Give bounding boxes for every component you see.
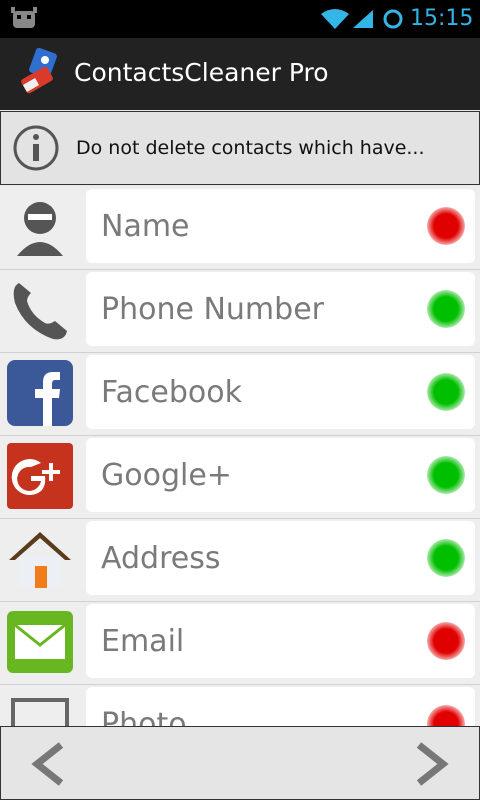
photo-icon	[11, 698, 69, 726]
info-icon	[13, 125, 59, 171]
criterion-toggle[interactable]: Name	[86, 189, 475, 263]
status-indicator-on	[427, 539, 465, 577]
criterion-row-email[interactable]: Email	[0, 601, 480, 685]
chevron-right-icon[interactable]	[413, 741, 453, 787]
bottom-nav	[0, 726, 480, 800]
criterion-label: Facebook	[101, 375, 242, 410]
criterion-label: Email	[101, 624, 185, 659]
chevron-left-icon[interactable]	[27, 741, 67, 787]
app-title: ContactsCleaner Pro	[74, 58, 329, 87]
phone-icon	[13, 283, 68, 340]
criterion-toggle[interactable]: Facebook	[86, 355, 475, 429]
criteria-list[interactable]: Name Phone Number Facebook Google+ Addre…	[0, 186, 480, 726]
google-plus-icon	[7, 443, 73, 509]
criterion-toggle[interactable]: Google+	[86, 438, 475, 512]
criterion-row-address[interactable]: Address	[0, 518, 480, 602]
android-robot-icon	[11, 7, 37, 28]
status-indicator-on	[427, 290, 465, 328]
criterion-row-name[interactable]: Name	[0, 186, 480, 270]
status-indicator-off	[427, 622, 465, 660]
criterion-row-facebook[interactable]: Facebook	[0, 352, 480, 436]
contacts-cleaner-logo	[21, 48, 57, 94]
envelope-icon	[7, 611, 73, 673]
person-icon	[17, 202, 63, 256]
criterion-toggle[interactable]: Phone Number	[86, 272, 475, 346]
criterion-label: Address	[101, 541, 221, 576]
criterion-row-photo[interactable]: Photo	[0, 684, 480, 726]
criterion-toggle[interactable]: Address	[86, 521, 475, 595]
clock: 15:15	[410, 6, 474, 31]
house-icon	[9, 532, 71, 588]
action-bar: ContactsCleaner Pro	[0, 38, 480, 110]
info-header: Do not delete contacts which have...	[0, 111, 480, 185]
criterion-label: Photo	[101, 707, 187, 726]
criterion-label: Google+	[101, 458, 232, 493]
info-text: Do not delete contacts which have...	[76, 137, 425, 159]
criterion-toggle[interactable]: Photo	[86, 687, 475, 726]
status-indicator-off	[427, 207, 465, 245]
criterion-row-google-plus[interactable]: Google+	[0, 435, 480, 519]
facebook-icon	[7, 360, 73, 426]
criterion-label: Name	[101, 209, 190, 244]
status-indicator-on	[427, 456, 465, 494]
criterion-row-phone-number[interactable]: Phone Number	[0, 269, 480, 353]
status-indicator-off	[427, 705, 465, 726]
criterion-toggle[interactable]: Email	[86, 604, 475, 678]
criterion-label: Phone Number	[101, 292, 324, 327]
wifi-icon	[321, 9, 349, 29]
status-indicator-on	[427, 373, 465, 411]
status-bar: 15:15	[0, 0, 480, 38]
signal-icon	[353, 10, 373, 28]
sync-ring-icon	[383, 9, 403, 29]
